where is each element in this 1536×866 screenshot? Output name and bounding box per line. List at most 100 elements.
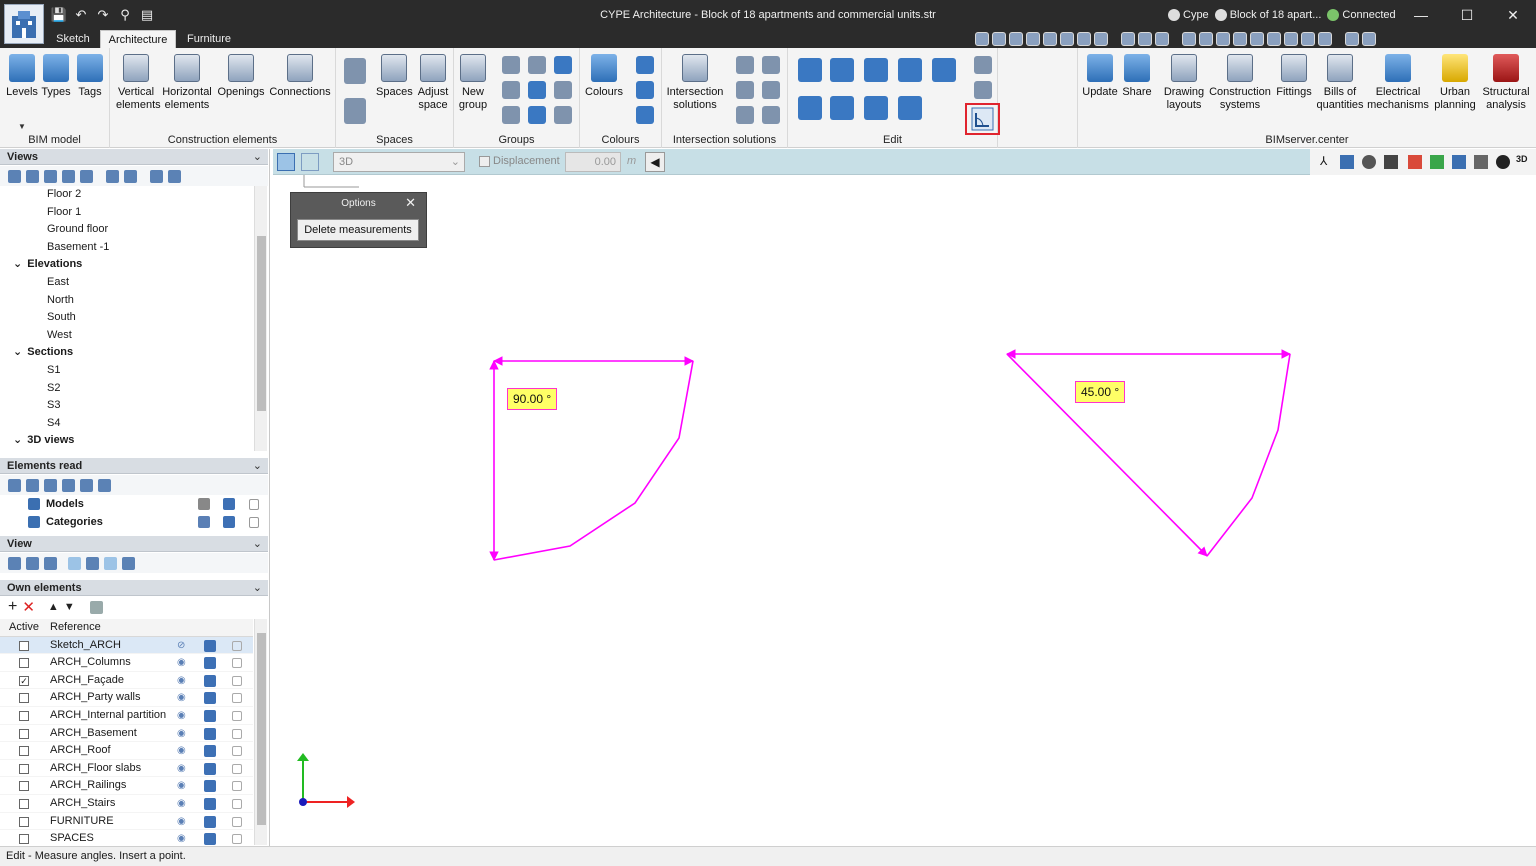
eye-icon[interactable]: ◉ (177, 672, 186, 690)
symmetry-icon[interactable] (864, 96, 888, 120)
account-menu[interactable]: Cype (1168, 9, 1209, 22)
drawing-layouts-button[interactable]: Drawing layouts (1162, 54, 1206, 112)
cube-icon[interactable] (204, 815, 216, 828)
network-icon[interactable] (1384, 155, 1398, 169)
maximize-button[interactable]: ☐ (1444, 0, 1490, 30)
cube-icon[interactable] (204, 745, 216, 758)
edit-view-icon[interactable] (26, 169, 39, 183)
3d-icon[interactable]: 3D (1516, 154, 1528, 164)
delete-measurements-button[interactable]: Delete measurements (297, 219, 419, 241)
camera-edit-icon[interactable] (124, 169, 137, 183)
colour-pick-icon[interactable] (636, 106, 654, 124)
help-icon[interactable] (1362, 32, 1376, 46)
project-menu[interactable]: Block of 18 apart... (1214, 9, 1321, 22)
keyboard-icon[interactable] (1233, 32, 1247, 46)
lock-icon[interactable] (232, 798, 242, 809)
spaces-button[interactable]: Spaces (376, 54, 413, 99)
cube-icon[interactable] (204, 727, 216, 740)
group-insert-icon[interactable] (502, 81, 520, 99)
lock-icon[interactable] (232, 728, 242, 739)
chevron-down-icon[interactable]: ⌄ (13, 434, 25, 446)
lock-icon[interactable] (232, 746, 242, 757)
paint-icon[interactable] (636, 56, 654, 74)
measure-angle-button[interactable] (965, 103, 1000, 135)
snap-icon[interactable] (1430, 155, 1444, 169)
update-button[interactable]: Update (1082, 54, 1118, 99)
er-tool-2-icon[interactable] (26, 478, 39, 492)
new-group-button[interactable]: New group (456, 54, 490, 112)
structural-analysis-button[interactable]: Structural analysis (1480, 54, 1532, 112)
square-icon[interactable] (1182, 32, 1196, 46)
paint-bucket-icon[interactable] (636, 81, 654, 99)
urban-planning-button[interactable]: Urban planning (1430, 54, 1480, 112)
intersection-solutions-button[interactable]: Intersection solutions (664, 54, 726, 112)
view-tree-item[interactable]: Floor 1 (0, 204, 253, 222)
intersection-beam-icon[interactable] (762, 81, 780, 99)
cube-icon[interactable] (204, 762, 216, 775)
view-box-icon[interactable] (86, 556, 99, 570)
adjust-space-button[interactable]: Adjust space (414, 54, 452, 112)
zoom-in-icon[interactable] (1009, 32, 1023, 46)
view-tree-item[interactable]: South (0, 309, 253, 327)
cube-icon[interactable] (204, 833, 216, 846)
pin-view-icon[interactable] (80, 169, 93, 183)
plan-view-icon[interactable] (277, 153, 295, 171)
cube-icon[interactable] (204, 639, 216, 652)
eyedropper-icon[interactable] (898, 96, 922, 120)
cube-icon[interactable] (223, 498, 235, 510)
lock-icon[interactable] (232, 675, 242, 686)
view-panel-header[interactable]: View ⌄ (0, 536, 268, 552)
view-tree-item[interactable]: West (0, 327, 253, 345)
view-tree-item[interactable]: S1 (0, 362, 253, 380)
axes-icon[interactable]: ⅄ (1320, 154, 1327, 168)
lock-icon[interactable] (232, 763, 242, 774)
view-tree-item[interactable]: Floor 2 (0, 186, 253, 204)
ortho-icon[interactable] (1284, 32, 1298, 46)
electrical-mechanisms-button[interactable]: Electrical mechanisms (1366, 54, 1430, 112)
print-icon[interactable] (1121, 32, 1135, 46)
er-tool-1-icon[interactable] (8, 478, 21, 492)
close-button[interactable]: ✕ (1490, 0, 1536, 30)
intersection-export-icon[interactable] (736, 106, 754, 124)
tab-sketch[interactable]: Sketch (50, 30, 96, 48)
add-icon[interactable]: + (8, 598, 17, 616)
chevron-down-icon[interactable]: ⌄ (253, 458, 262, 474)
lock-icon[interactable] (232, 640, 242, 651)
box-icon[interactable] (1340, 155, 1354, 169)
cube-icon[interactable] (204, 709, 216, 722)
view-tree-item[interactable]: Basement -1 (0, 239, 253, 257)
redraw-icon[interactable] (1026, 32, 1040, 46)
view-tree-item[interactable]: S3 (0, 397, 253, 415)
eye-hidden-icon[interactable]: ⊘ (177, 637, 185, 655)
move-up-icon[interactable]: ▲ (48, 601, 59, 613)
intersection-arrow-icon[interactable] (762, 106, 780, 124)
active-checkbox[interactable] (19, 746, 29, 757)
eraser-icon[interactable] (798, 96, 822, 120)
group-move-icon[interactable] (554, 56, 572, 74)
redo-icon[interactable]: ↷ (94, 6, 112, 24)
intersection-add-icon[interactable] (736, 56, 754, 74)
solids-icon[interactable] (1474, 155, 1488, 169)
own-elements-header[interactable]: Own elements ⌄ (0, 580, 268, 596)
layers-stack-icon[interactable] (89, 600, 103, 614)
connections-button[interactable]: Connections (268, 54, 332, 99)
types-button[interactable]: Types (40, 54, 72, 99)
view-tree-item[interactable]: ⌄ 3D views (0, 432, 253, 450)
tab-furniture[interactable]: Furniture (180, 30, 238, 48)
eye-icon[interactable]: ◉ (177, 725, 186, 743)
view-tool-2-icon[interactable] (26, 556, 39, 570)
grid-icon[interactable] (1199, 32, 1213, 46)
view-tree-item[interactable]: ⌄ Elevations (0, 256, 253, 274)
space-outline-icon[interactable] (344, 98, 366, 124)
view-grid-icon[interactable] (104, 556, 117, 570)
active-checkbox[interactable] (19, 710, 29, 721)
categories-row[interactable]: Categories (0, 513, 268, 531)
view-tree-item[interactable]: S4 (0, 415, 253, 433)
active-checkbox[interactable]: ✓ (19, 675, 29, 686)
undo-icon[interactable]: ↶ (72, 6, 90, 24)
group-edit-icon[interactable] (528, 81, 546, 99)
tags-button[interactable]: Tags (74, 54, 106, 99)
chevron-down-icon[interactable]: ⌄ (253, 536, 262, 552)
active-checkbox[interactable] (19, 781, 29, 792)
copy-icon[interactable] (830, 58, 854, 82)
